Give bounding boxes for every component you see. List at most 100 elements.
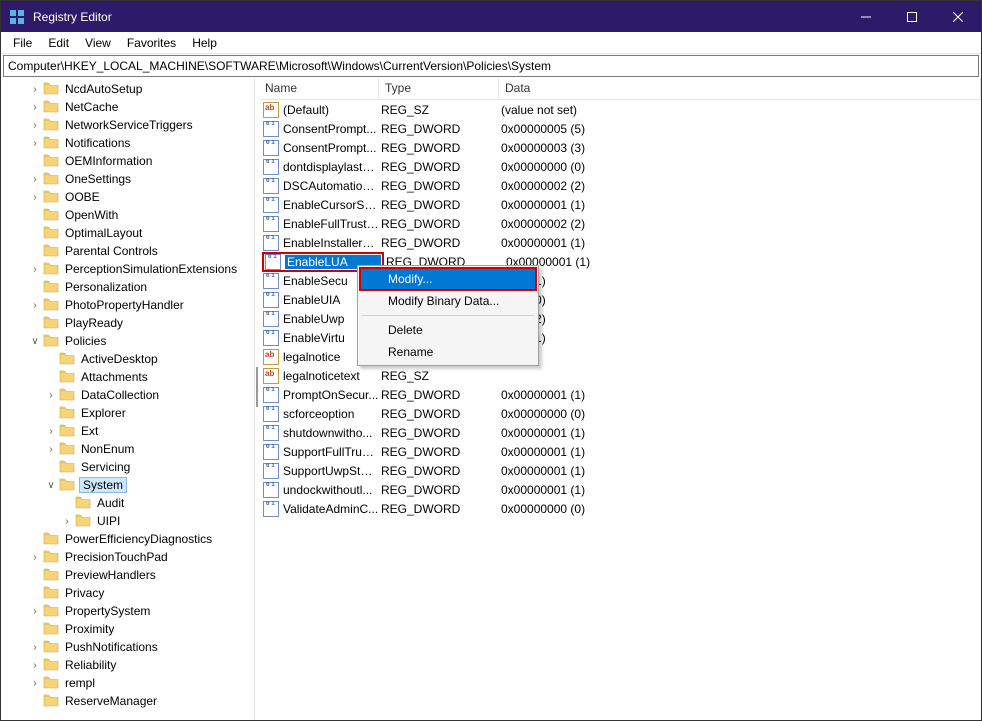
tree-item[interactable]: ›Notifications [1, 134, 255, 152]
value-row[interactable]: PromptOnSecur...REG_DWORD0x00000001 (1) [259, 385, 981, 404]
tree-twist-icon[interactable]: › [27, 264, 43, 275]
tree-item[interactable]: OptimalLayout [1, 224, 255, 242]
tree-item[interactable]: Explorer [1, 404, 255, 422]
tree-item[interactable]: ›PhotoPropertyHandler [1, 296, 255, 314]
tree-twist-icon[interactable]: › [27, 174, 43, 185]
tree-twist-icon[interactable]: › [43, 390, 59, 401]
tree-twist-icon[interactable]: › [59, 516, 75, 527]
tree-item[interactable]: Attachments [1, 368, 255, 386]
titlebar: Registry Editor [1, 1, 981, 32]
tree-item[interactable]: ›PushNotifications [1, 638, 255, 656]
tree-item-label: UIPI [95, 514, 122, 528]
tree-item[interactable]: ActiveDesktop [1, 350, 255, 368]
tree-twist-icon[interactable]: ∨ [27, 336, 43, 347]
tree-item[interactable]: Personalization [1, 278, 255, 296]
value-data: 0002 (2) [499, 312, 981, 326]
tree-item-label: ActiveDesktop [79, 352, 160, 366]
tree-item[interactable]: Privacy [1, 584, 255, 602]
value-row[interactable]: ValidateAdminC...REG_DWORD0x00000000 (0) [259, 499, 981, 518]
tree-twist-icon[interactable]: › [27, 642, 43, 653]
tree-twist-icon[interactable]: › [27, 678, 43, 689]
ctx-delete[interactable]: Delete [360, 319, 536, 341]
value-row[interactable]: shutdownwitho...REG_DWORD0x00000001 (1) [259, 423, 981, 442]
tree-item-label: DataCollection [79, 388, 161, 402]
value-row[interactable]: scforceoptionREG_DWORD0x00000000 (0) [259, 404, 981, 423]
folder-icon [43, 261, 59, 277]
tree-item[interactable]: ›NcdAutoSetup [1, 80, 255, 98]
value-row[interactable]: ConsentPrompt...REG_DWORD0x00000005 (5) [259, 119, 981, 138]
value-type: REG_DWORD [379, 464, 499, 478]
tree-item[interactable]: PlayReady [1, 314, 255, 332]
tree-item[interactable]: ›Ext [1, 422, 255, 440]
tree-item-label: PreviewHandlers [63, 568, 158, 582]
close-button[interactable] [935, 1, 981, 32]
tree-item[interactable]: ∨Policies [1, 332, 255, 350]
tree-twist-icon[interactable]: › [27, 552, 43, 563]
tree-item[interactable]: PowerEfficiencyDiagnostics [1, 530, 255, 548]
value-row[interactable]: EnableInstallerD...REG_DWORD0x00000001 (… [259, 233, 981, 252]
tree-twist-icon[interactable]: › [27, 84, 43, 95]
menu-help[interactable]: Help [184, 34, 225, 52]
column-name[interactable]: Name [259, 78, 379, 99]
tree-twist-icon[interactable]: › [27, 300, 43, 311]
tree-item[interactable]: Servicing [1, 458, 255, 476]
tree-twist-icon[interactable]: › [27, 120, 43, 131]
ctx-modify-binary[interactable]: Modify Binary Data... [360, 290, 536, 312]
tree-item[interactable]: ›PropertySystem [1, 602, 255, 620]
value-row[interactable]: dontdisplaylastu...REG_DWORD0x00000000 (… [259, 157, 981, 176]
maximize-button[interactable] [889, 1, 935, 32]
tree-item[interactable]: ›NetworkServiceTriggers [1, 116, 255, 134]
value-row[interactable]: undockwithoutl...REG_DWORD0x00000001 (1) [259, 480, 981, 499]
tree-item[interactable]: ReserveManager [1, 692, 255, 710]
tree-twist-icon[interactable]: ∨ [43, 480, 59, 491]
tree-item[interactable]: ›rempl [1, 674, 255, 692]
tree-item[interactable]: OpenWith [1, 206, 255, 224]
tree-item[interactable]: PreviewHandlers [1, 566, 255, 584]
tree-twist-icon[interactable]: › [43, 426, 59, 437]
value-row[interactable]: (Default)REG_SZ(value not set) [259, 100, 981, 119]
tree-item[interactable]: ›NetCache [1, 98, 255, 116]
ctx-rename[interactable]: Rename [360, 341, 536, 363]
context-menu: Modify... Modify Binary Data... Delete R… [357, 265, 539, 366]
tree-item[interactable]: ›Reliability [1, 656, 255, 674]
tree-item[interactable]: ›OOBE [1, 188, 255, 206]
value-row[interactable]: SupportFullTrust...REG_DWORD0x00000001 (… [259, 442, 981, 461]
ctx-modify[interactable]: Modify... [360, 268, 536, 290]
tree-twist-icon[interactable]: › [27, 660, 43, 671]
column-data[interactable]: Data [499, 78, 981, 99]
tree-item[interactable]: Proximity [1, 620, 255, 638]
list-rows[interactable]: (Default)REG_SZ(value not set)ConsentPro… [259, 100, 981, 720]
tree-item[interactable]: ∨System [1, 476, 255, 494]
value-row[interactable]: legalnoticetextREG_SZ [259, 366, 981, 385]
tree-twist-icon[interactable]: › [27, 102, 43, 113]
tree-twist-icon[interactable]: › [27, 138, 43, 149]
tree-twist-icon[interactable]: › [27, 192, 43, 203]
tree-item[interactable]: Audit [1, 494, 255, 512]
value-name: EnableInstallerD... [283, 236, 379, 250]
tree-item[interactable]: ›OneSettings [1, 170, 255, 188]
tree-item[interactable]: Parental Controls [1, 242, 255, 260]
tree-item[interactable]: › DataCollection [1, 386, 255, 404]
value-row[interactable]: ConsentPrompt...REG_DWORD0x00000003 (3) [259, 138, 981, 157]
tree-item[interactable]: ›NonEnum [1, 440, 255, 458]
tree-item[interactable]: › UIPI [1, 512, 255, 530]
address-bar[interactable]: Computer\HKEY_LOCAL_MACHINE\SOFTWARE\Mic… [3, 55, 979, 77]
menu-favorites[interactable]: Favorites [119, 34, 184, 52]
menu-view[interactable]: View [77, 34, 119, 52]
tree-item-label: PrecisionTouchPad [63, 550, 170, 564]
value-row[interactable]: SupportUwpStar...REG_DWORD0x00000001 (1) [259, 461, 981, 480]
tree-item[interactable]: ›PerceptionSimulationExtensions [1, 260, 255, 278]
tree-item[interactable]: OEMInformation [1, 152, 255, 170]
value-row[interactable]: EnableCursorSu...REG_DWORD0x00000001 (1) [259, 195, 981, 214]
menu-edit[interactable]: Edit [40, 34, 77, 52]
value-row[interactable]: DSCAutomation...REG_DWORD0x00000002 (2) [259, 176, 981, 195]
minimize-button[interactable] [843, 1, 889, 32]
column-type[interactable]: Type [379, 78, 499, 99]
folder-icon [43, 621, 59, 637]
menu-file[interactable]: File [5, 34, 40, 52]
tree-item[interactable]: › PrecisionTouchPad [1, 548, 255, 566]
value-row[interactable]: EnableFullTrustS...REG_DWORD0x00000002 (… [259, 214, 981, 233]
tree-pane[interactable]: ›NcdAutoSetup›NetCache›NetworkServiceTri… [1, 78, 255, 720]
tree-twist-icon[interactable]: › [27, 606, 43, 617]
tree-twist-icon[interactable]: › [43, 444, 59, 455]
